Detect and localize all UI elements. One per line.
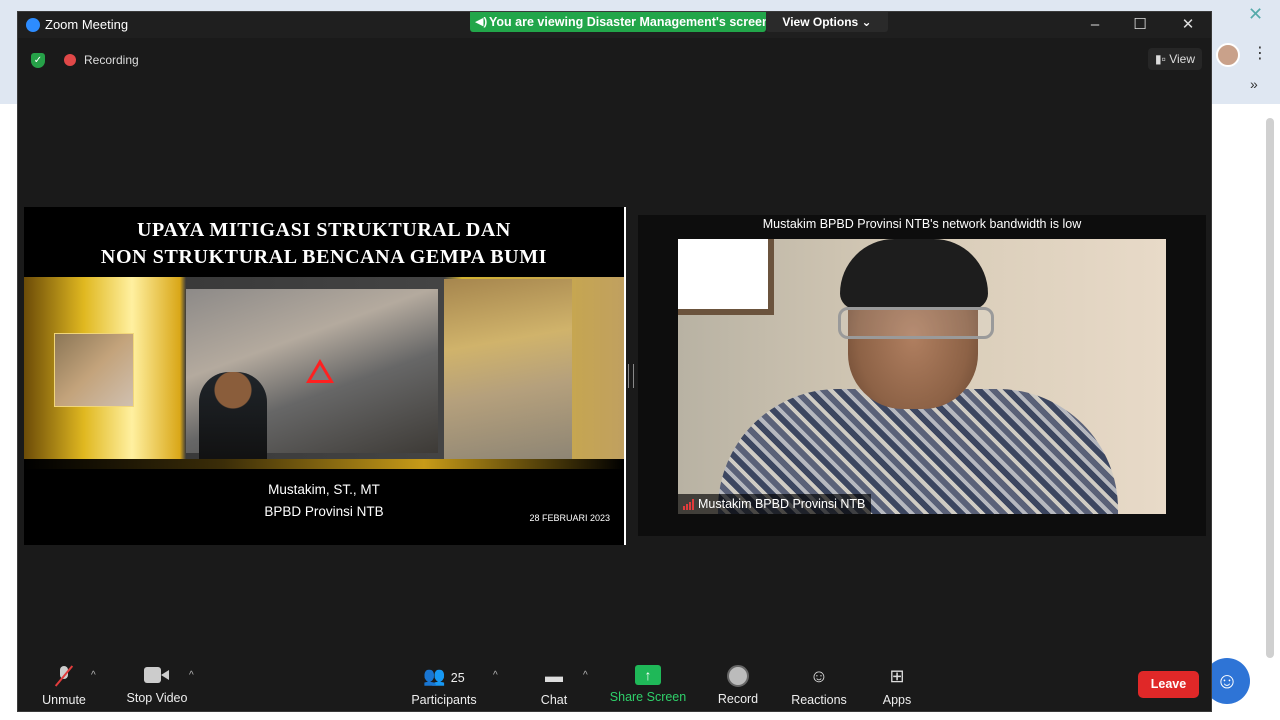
leave-button[interactable]: Leave <box>1138 671 1199 698</box>
signal-bars-icon <box>683 499 697 510</box>
share-banner-text: You are viewing Disaster Management's sc… <box>489 15 770 29</box>
slide-title: UPAYA MITIGASI STRUKTURAL DAN NON STRUKT… <box>34 217 614 271</box>
split-divider[interactable] <box>624 207 626 545</box>
recording-dot-icon <box>64 54 76 66</box>
apps-button[interactable]: ⊞ Apps <box>876 658 918 711</box>
record-label: Record <box>717 692 759 706</box>
wall-frame <box>678 239 774 315</box>
share-screen-label: Share Screen <box>609 690 687 704</box>
apps-label: Apps <box>882 693 912 707</box>
slide-author-block: Mustakim, ST., MT BPBD Provinsi NTB <box>224 479 424 523</box>
microphone-muted-icon <box>52 664 76 688</box>
browser-profile-avatar[interactable] <box>1216 43 1240 67</box>
participant-hair <box>840 239 988 309</box>
video-camera-icon <box>144 667 170 683</box>
slide-title-line-1: UPAYA MITIGASI STRUKTURAL DAN <box>137 219 511 241</box>
participant-video-panel: Mustakim BPBD Provinsi NTB's network ban… <box>638 215 1206 536</box>
stop-video-button[interactable]: Stop Video <box>122 658 192 711</box>
participant-name-tag: Mustakim BPBD Provinsi NTB <box>678 494 872 514</box>
bandwidth-warning: Mustakim BPBD Provinsi NTB's network ban… <box>762 217 1082 231</box>
security-shield-icon[interactable]: ✓ <box>31 53 45 68</box>
warning-triangle-icon <box>306 359 334 383</box>
slide-photo-strip <box>24 277 624 467</box>
view-layout-icon: ▮▫ <box>1155 52 1166 66</box>
participant-name: Mustakim BPBD Provinsi NTB <box>698 497 866 511</box>
zoom-window: Zoom Meeting – ☐ ✕ ◀) You are viewing Di… <box>17 11 1212 712</box>
view-button-label: View <box>1169 52 1195 66</box>
browser-more-icon[interactable]: » <box>1250 76 1258 92</box>
participants-icon: 👥 25 <box>423 666 465 686</box>
close-icon[interactable]: ✕ <box>1173 15 1203 35</box>
chat-bubble-icon: ▬ <box>545 666 563 686</box>
slide-org: BPBD Provinsi NTB <box>264 504 384 519</box>
browser-menu-icon[interactable]: ⋮ <box>1252 44 1268 64</box>
video-options-caret-icon[interactable]: ^ <box>189 670 194 681</box>
audio-options-caret-icon[interactable]: ^ <box>91 670 96 681</box>
participant-count: 25 <box>450 671 465 685</box>
reactions-button[interactable]: ☺ Reactions <box>787 658 851 711</box>
slide-photo-person <box>199 372 267 462</box>
maximize-icon[interactable]: ☐ <box>1125 15 1155 35</box>
record-icon <box>727 665 749 687</box>
reactions-smiley-icon: ☺ <box>809 666 829 686</box>
participants-label: Participants <box>411 693 477 707</box>
shared-screen[interactable]: UPAYA MITIGASI STRUKTURAL DAN NON STRUKT… <box>24 207 624 545</box>
meeting-toolbar: Unmute ^ Stop Video ^ 👥 25 Participants … <box>18 658 1211 711</box>
participant-glasses <box>838 307 994 339</box>
browser-close-icon[interactable]: ✕ <box>1248 4 1263 25</box>
resize-grip-icon[interactable] <box>628 364 634 388</box>
browser-scrollbar[interactable] <box>1266 118 1274 658</box>
view-button[interactable]: ▮▫ View <box>1148 48 1202 70</box>
zoom-logo-icon <box>26 18 40 32</box>
chat-button[interactable]: ▬ Chat <box>533 658 575 711</box>
slide-gold-bar <box>24 459 624 469</box>
record-button[interactable]: Record <box>714 658 762 711</box>
participant-video[interactable]: Mustakim BPBD Provinsi NTB <box>678 239 1166 514</box>
chat-label: Chat <box>540 693 568 707</box>
share-screen-icon: ↑ <box>635 665 661 685</box>
slide-author: Mustakim, ST., MT <box>268 482 380 497</box>
participants-button[interactable]: 👥 25 Participants <box>408 658 480 711</box>
recording-label: Recording <box>84 53 139 67</box>
slide-photo-left <box>54 333 134 407</box>
slide-photo-damaged-house <box>444 279 572 463</box>
chat-caret-icon[interactable]: ^ <box>583 670 588 681</box>
view-options-button[interactable]: View Options ⌄ <box>766 12 888 32</box>
share-banner: ◀) You are viewing Disaster Management's… <box>470 12 770 32</box>
unmute-button[interactable]: Unmute <box>36 658 92 711</box>
apps-grid-icon: ⊞ <box>889 666 905 686</box>
slide-title-line-2: NON STRUKTURAL BENCANA GEMPA BUMI <box>100 246 548 268</box>
speaker-icon: ◀) <box>475 16 488 28</box>
stop-video-label: Stop Video <box>126 691 188 705</box>
unmute-label: Unmute <box>42 693 86 707</box>
minimize-icon[interactable]: – <box>1080 15 1110 35</box>
reactions-label: Reactions <box>791 693 847 707</box>
participants-caret-icon[interactable]: ^ <box>493 670 498 681</box>
slide-date: 28 FEBRUARI 2023 <box>529 513 610 523</box>
window-title: Zoom Meeting <box>45 17 129 32</box>
share-screen-button[interactable]: ↑ Share Screen <box>608 658 688 711</box>
